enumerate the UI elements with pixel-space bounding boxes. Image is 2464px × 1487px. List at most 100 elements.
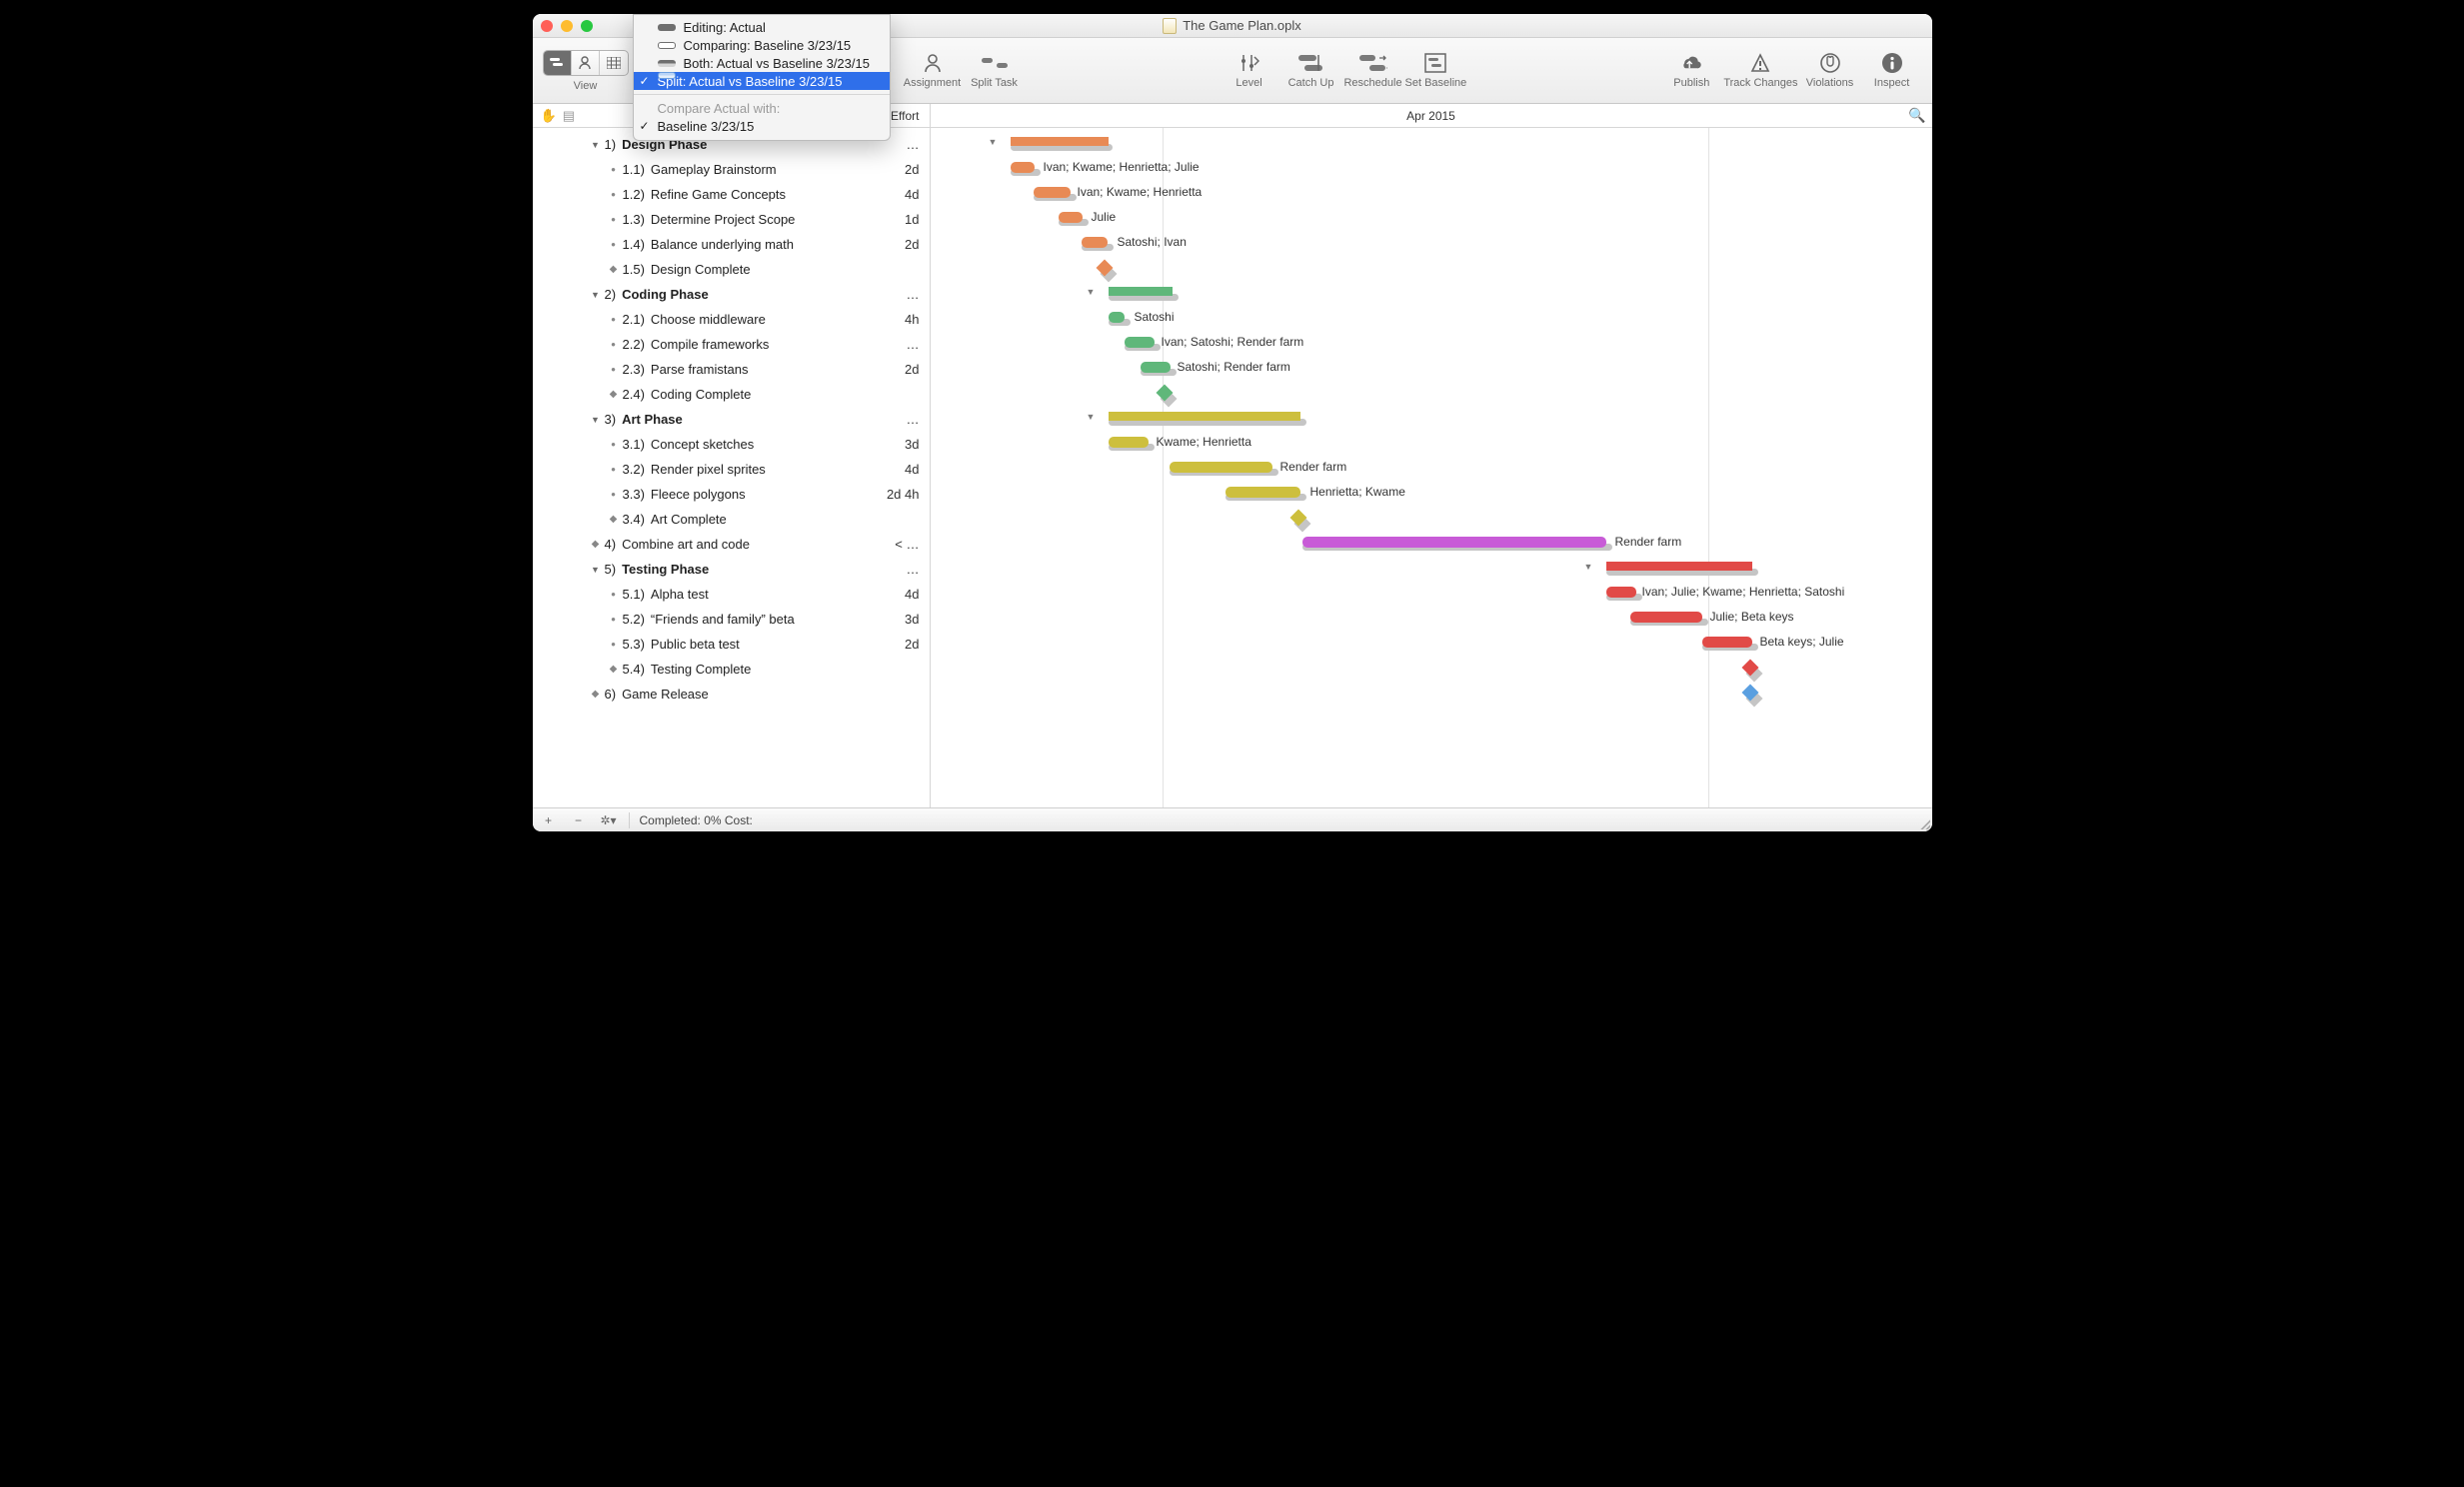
minimize-window-button[interactable] [561,20,573,32]
disclosure-triangle-icon[interactable] [591,290,601,300]
task-row[interactable]: 5.4)Testing Complete [533,657,930,682]
gantt-bar[interactable] [1702,637,1752,648]
task-row[interactable]: 2)Coding Phase… [533,282,930,307]
task-row[interactable]: 3)Art Phase… [533,407,930,432]
gantt-bar[interactable] [1170,462,1272,473]
split-task-label: Split Task [971,77,1018,89]
task-title: Balance underlying math [651,237,794,252]
set-baseline-icon [1421,52,1449,74]
view-switcher: View [543,50,629,92]
task-row[interactable]: 5.3)Public beta test2d [533,632,930,657]
gantt-bar[interactable] [1059,212,1083,223]
disclosure-triangle-icon[interactable] [591,565,601,575]
task-row[interactable]: 1.4)Balance underlying math2d [533,232,930,257]
task-row[interactable]: 3.1)Concept sketches3d [533,432,930,457]
gantt-bar[interactable] [1226,487,1300,498]
bottom-bar: + − ✲▾ Completed: 0% Cost: [533,807,1932,831]
disclosure-triangle-icon[interactable] [591,140,601,150]
effort-header[interactable]: Effort [891,109,929,123]
task-row[interactable]: 1.3)Determine Project Scope1d [533,207,930,232]
inspect-button[interactable]: Inspect [1862,43,1922,99]
catch-up-button[interactable]: Catch Up [1281,43,1341,99]
task-effort: 4h [905,312,919,327]
gantt-bar[interactable] [1011,162,1035,173]
task-title: Parse framistans [651,362,749,377]
task-row[interactable]: 1.2)Refine Game Concepts4d [533,182,930,207]
gantt-bar[interactable] [1606,587,1636,598]
summary-disclosure-icon[interactable]: ▼ [1087,412,1096,422]
zoom-icon[interactable]: 🔍 [1908,107,1925,124]
task-row[interactable]: 6)Game Release [533,682,930,707]
hand-tool-icon[interactable]: ✋ [541,108,557,124]
task-effort: … [907,412,920,427]
menu-comparing[interactable]: Comparing: Baseline 3/23/15 [634,36,890,54]
gantt-bar[interactable] [1606,562,1752,571]
menu-baseline-item[interactable]: ✓Baseline 3/23/15 [634,117,890,135]
summary-disclosure-icon[interactable]: ▼ [1584,562,1593,572]
track-changes-label: Track Changes [1723,77,1797,89]
summary-disclosure-icon[interactable]: ▼ [1087,287,1096,297]
menu-split[interactable]: ✓Split: Actual vs Baseline 3/23/15 [634,72,890,90]
task-outline[interactable]: 1)Design Phase…1.1)Gameplay Brainstorm2d… [533,128,931,807]
gantt-bar[interactable] [1034,187,1071,198]
level-button[interactable]: Level [1220,43,1279,99]
task-row[interactable]: 2.4)Coding Complete [533,382,930,407]
set-baseline-button[interactable]: Set Baseline [1405,43,1467,99]
view-calendar-button[interactable] [600,51,628,75]
task-effort: 4d [905,462,919,477]
assignment-button[interactable]: Assignment [903,43,963,99]
task-row[interactable]: 4)Combine art and code< … [533,532,930,557]
summary-disclosure-icon[interactable]: ▼ [989,137,998,147]
gantt-bar[interactable] [1109,412,1300,421]
publish-button[interactable]: Publish [1661,43,1721,99]
task-row[interactable]: 3.3)Fleece polygons2d 4h [533,482,930,507]
close-window-button[interactable] [541,20,553,32]
resize-handle[interactable] [1918,817,1930,829]
task-row[interactable]: 3.2)Render pixel sprites4d [533,457,930,482]
gantt-label: Julie [1092,210,1117,224]
task-row[interactable]: 1.1)Gameplay Brainstorm2d [533,157,930,182]
gantt-bar[interactable] [1109,437,1149,448]
disclosure-triangle-icon[interactable] [591,415,601,425]
task-effort: 2d [905,637,919,652]
task-row[interactable]: 5.1)Alpha test4d [533,582,930,607]
task-title: Testing Phase [622,562,709,577]
gantt-bar[interactable] [1141,362,1171,373]
task-row[interactable]: 2.3)Parse framistans2d [533,357,930,382]
gantt-bar[interactable] [1109,287,1173,296]
add-button[interactable]: + [539,813,559,827]
gantt-label: Ivan; Julie; Kwame; Henrietta; Satoshi [1642,585,1845,599]
violations-button[interactable]: Violations [1800,43,1860,99]
gantt-bar[interactable] [1630,612,1702,623]
traffic-lights [541,20,593,32]
split-task-button[interactable]: Split Task [965,43,1025,99]
gantt-bar[interactable] [1125,337,1155,348]
menu-both[interactable]: Both: Actual vs Baseline 3/23/15 [634,54,890,72]
task-row[interactable]: 5)Testing Phase… [533,557,930,582]
bullet-icon [609,637,619,652]
task-row[interactable]: 2.2)Compile frameworks… [533,332,930,357]
gantt-bar[interactable] [1082,237,1108,248]
task-effort: … [907,337,920,352]
zoom-window-button[interactable] [581,20,593,32]
remove-button[interactable]: − [569,813,589,827]
task-number: 1.1) [623,162,645,177]
task-row[interactable]: 3.4)Art Complete [533,507,930,532]
gantt-bar[interactable] [1011,137,1109,146]
task-row[interactable]: 2.1)Choose middleware4h [533,307,930,332]
menu-editing[interactable]: Editing: Actual [634,18,890,36]
task-row[interactable]: 1.5)Design Complete [533,257,930,282]
publish-label: Publish [1673,77,1709,89]
notes-column-icon[interactable]: ▤ [563,108,575,124]
gantt-bar[interactable] [1109,312,1125,323]
gantt-bar[interactable] [1302,537,1606,548]
gantt-label: Render farm [1615,535,1682,549]
gantt-chart[interactable]: ▼Ivan; Kwame; Henrietta; JulieIvan; Kwam… [931,128,1932,807]
track-changes-icon [1746,52,1774,74]
track-changes-button[interactable]: Track Changes [1723,43,1797,99]
action-menu-button[interactable]: ✲▾ [599,813,619,827]
view-resource-button[interactable] [572,51,600,75]
reschedule-button[interactable]: Reschedule [1343,43,1403,99]
view-gantt-button[interactable] [544,51,572,75]
task-row[interactable]: 5.2)“Friends and family” beta3d [533,607,930,632]
